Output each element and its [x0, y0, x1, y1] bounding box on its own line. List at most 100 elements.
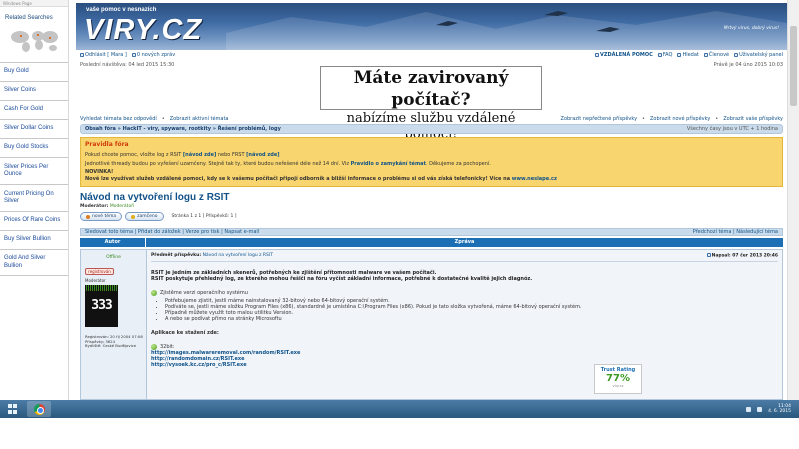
download-heading: Aplikace ke stažení zde: — [151, 329, 219, 336]
world-map-image — [11, 31, 58, 52]
sidebar-item-gold-and-silver-bullion[interactable]: Gold And Silver Bullion — [0, 249, 68, 276]
new-topic-icon — [86, 214, 90, 219]
remote-help-ad[interactable]: Máte zavirovaný počítač? nabízíme službu… — [320, 66, 542, 142]
download-links: http://images.malwareremoval.com/random/… — [151, 350, 778, 368]
moderator-line: Moderátor: Moderátoři — [80, 204, 135, 209]
frst-guide-link[interactable]: [návod zde] — [246, 152, 279, 158]
logout-link[interactable]: Odhlásit [ Mara ] — [80, 52, 127, 58]
post-icon — [706, 253, 711, 257]
user-icon — [734, 52, 739, 57]
windows-start-icon[interactable] — [5, 401, 21, 417]
user-nav-bar: Odhlásit [ Mara ] 0 nových zpráv VZDÁLEN… — [80, 52, 783, 58]
moderators-link[interactable]: Moderátoři — [110, 204, 135, 209]
lock-icon — [131, 214, 136, 219]
sidebar-item-prices-of-rare-coins[interactable]: Prices Of Rare Coins — [0, 211, 68, 230]
sidebar-item-buy-gold[interactable]: Buy Gold — [0, 62, 68, 81]
trust-rating-site: viry.cz — [612, 384, 624, 388]
post-body: Předmět příspěvku: Návod na vytvoření lo… — [147, 250, 782, 399]
search-links-row: Vyhledat témata bez odpovědí • Zobrazit a… — [80, 116, 783, 122]
post-intro: RSIT je jedním ze základních skenerů, po… — [151, 269, 533, 282]
download-link-3[interactable]: http://vysoek.kc.cz/pro_c/RSIT.exe — [151, 362, 778, 368]
author-info: Registrován: 20 říj 2004 07:06 Příspěvky… — [85, 334, 143, 349]
current-time-text: Právě je 04 úno 2015 10:03 — [713, 62, 783, 68]
envelope-icon — [131, 52, 136, 57]
neslape-link[interactable]: www.neslape.cz — [512, 176, 557, 182]
system-tray: 11:04 4. 6. 2015 — [746, 404, 791, 415]
forum-rules-box: Pravidla fóra Pokud chcete pomoc, vložte… — [80, 137, 783, 187]
green-dot-icon — [151, 289, 157, 296]
sidebar-item-silver-prices-per-ounce[interactable]: Silver Prices Per Ounce — [0, 157, 68, 184]
sidebar-item-buy-silver-bullion[interactable]: Buy Silver Bullion — [0, 230, 68, 249]
forum-page: vaše pomoc v nesnazích VIRY.CZ Mrtvý vir… — [76, 0, 787, 400]
pagination-text: Stránka 1 z 1 [ Příspěvků: 1 ] — [171, 214, 237, 219]
last-visit-text: Poslední návštěva: 04 led 2015 15:30 — [80, 62, 175, 68]
message-column-header: Zpráva — [146, 238, 783, 247]
post-author-panel: Offline registrován Moderátor 333 Regist… — [81, 250, 147, 399]
site-logo[interactable]: VIRY.CZ — [84, 14, 202, 47]
chrome-taskbar-button[interactable] — [27, 401, 51, 417]
question-icon — [657, 52, 662, 57]
locking-rule-link[interactable]: Pravidlo o zamykání témat — [351, 161, 426, 167]
active-topics-link[interactable]: Zobrazit aktivní témata — [170, 116, 229, 122]
chrome-icon — [33, 403, 45, 415]
remote-help-link[interactable]: VZDÁLENÁ POMOC — [595, 52, 653, 58]
green-dot-icon — [151, 343, 157, 350]
members-icon — [703, 52, 708, 57]
page-scrollbar[interactable] — [787, 0, 799, 400]
os-version-list: Potřebujeme zjistit, jestli máme nainsta… — [165, 298, 778, 322]
blank-area — [0, 418, 799, 449]
new-topic-button[interactable]: nové téma — [80, 212, 123, 221]
scrollbar-thumb[interactable] — [790, 26, 797, 106]
trust-rating-widget[interactable]: Trust Rating 77% viry.cz — [594, 364, 642, 394]
breadcrumb-path[interactable]: Obsah fóra » HackIT - viry, spyware, roo… — [85, 126, 281, 132]
banner-tagline: vaše pomoc v nesnazích — [86, 7, 157, 13]
faq-link[interactable]: FAQ — [657, 52, 672, 58]
rules-paragraph-2: Jednotlivé thready budou po vyřešení uza… — [85, 160, 491, 167]
registered-badge: registrován — [85, 268, 114, 275]
avatar: 333 — [85, 285, 118, 327]
trust-rating-value: 77% — [606, 373, 630, 384]
sidebar-item-silver-dollar-coins[interactable]: Silver Dollar Coins — [0, 119, 68, 138]
prev-next-topic-links[interactable]: Předchozí téma | Následující téma — [693, 229, 778, 235]
network-icon[interactable] — [746, 406, 752, 412]
help-icon — [595, 52, 600, 57]
windows-taskbar: 11:04 4. 6. 2015 — [0, 400, 799, 418]
sidebar-item-current-pricing-on-silver[interactable]: Current Pricing On Silver — [0, 184, 68, 211]
new-posts-link[interactable]: Zobrazit nové příspěvky — [650, 116, 710, 122]
clock[interactable]: 11:04 4. 6. 2015 — [768, 404, 791, 415]
your-posts-link[interactable]: Zobrazit vaše příspěvky — [723, 116, 783, 122]
locked-button[interactable]: zamčeno — [125, 212, 164, 221]
volume-icon[interactable] — [757, 406, 763, 412]
os-version-section: Zjistěme verzi operačního systému — [151, 289, 778, 296]
site-banner: vaše pomoc v nesnazích VIRY.CZ Mrtvý vir… — [76, 3, 787, 50]
author-role: Moderátor — [85, 278, 106, 283]
ad-headline: Máte zavirovaný počítač? — [353, 68, 509, 110]
sidebar-item-buy-gold-stocks[interactable]: Buy Gold Stocks — [0, 138, 68, 157]
topic-tools-bar: Sledovat toto téma | Přidat do záložek |… — [80, 228, 783, 236]
members-link[interactable]: Členové — [703, 52, 729, 58]
rsit-guide-link[interactable]: [návod zde] — [183, 152, 216, 158]
sidebar-item-cash-for-gold[interactable]: Cash For Gold — [0, 100, 68, 119]
author-column-header: Autor — [80, 238, 146, 247]
search-icon — [677, 52, 682, 57]
topic-tools-links[interactable]: Sledovat toto téma | Přidat do záložek |… — [85, 229, 259, 235]
search-link[interactable]: Hledat — [677, 52, 699, 58]
user-panel-link[interactable]: Uživatelský panel — [734, 52, 783, 58]
unread-posts-link[interactable]: Zobrazit nepřečtené příspěvky — [561, 116, 638, 122]
sidebar-item-silver-coins[interactable]: Silver Coins — [0, 81, 68, 100]
list-item: A nebo se podívat přímo na stránky Micro… — [165, 316, 778, 322]
posts-table-header: Autor Zpráva — [80, 238, 783, 247]
timezone-text: Všechny časy jsou v UTC + 1 hodina — [686, 126, 778, 132]
post-subject-link[interactable]: Návod na vytvoření logu z RSIT — [203, 253, 273, 258]
topic-title[interactable]: Návod na vytvoření logu z RSIT — [80, 192, 229, 203]
messages-link[interactable]: 0 nových zpráv — [131, 52, 175, 58]
unanswered-topics-link[interactable]: Vyhledat témata bez odpovědí — [80, 116, 157, 122]
author-status: Offline — [106, 255, 121, 260]
logout-icon — [80, 52, 84, 57]
post-header: Předmět příspěvku: Návod na vytvoření lo… — [151, 253, 778, 262]
breadcrumb: Obsah fóra » HackIT - viry, spyware, roo… — [80, 124, 783, 134]
post-row: Offline registrován Moderátor 333 Regist… — [80, 249, 783, 400]
rules-paragraph-3: NOVINKA! Nově lze využívat služeb vzdále… — [85, 169, 557, 182]
rules-title: Pravidla fóra — [85, 141, 129, 148]
rules-paragraph-1: Pokud chcete pomoc, vložte log z RSIT [n… — [85, 152, 280, 158]
